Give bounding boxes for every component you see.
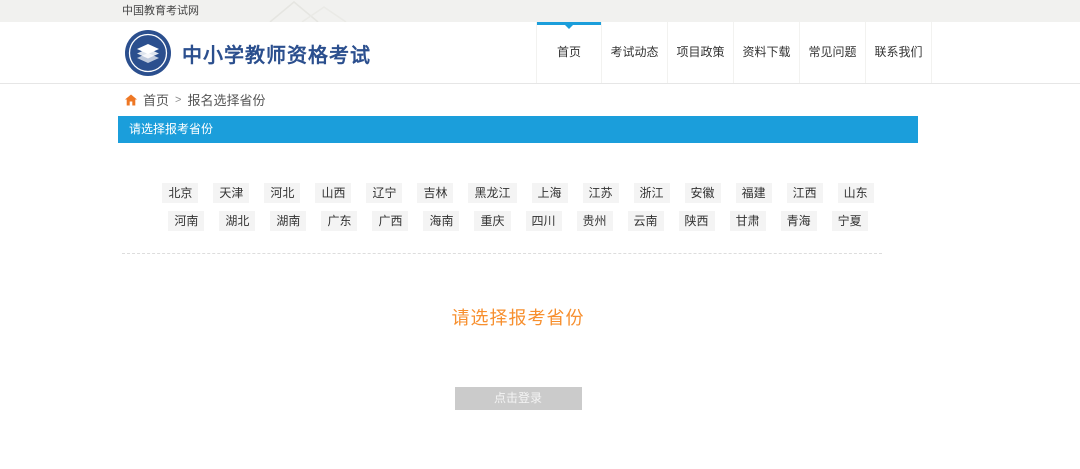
breadcrumb: 首页 > 报名选择省份: [125, 90, 265, 109]
province-button[interactable]: 北京: [162, 183, 198, 203]
top-utility-bar: 中国教育考试网: [0, 0, 1080, 22]
nav-tab-home[interactable]: 首页: [536, 22, 602, 83]
province-button[interactable]: 山东: [838, 183, 874, 203]
province-button[interactable]: 黑龙江: [468, 183, 516, 203]
province-button[interactable]: 四川: [526, 211, 562, 231]
nav-tab-label: 首页: [557, 45, 581, 59]
main-nav: 首页 考试动态 项目政策 资料下载 常见问题 联系我们: [536, 22, 932, 84]
breadcrumb-home-link[interactable]: 首页: [143, 90, 169, 109]
province-row-1: 北京 天津 河北 山西 辽宁 吉林 黑龙江 上海 江苏 浙江 安徽 福建 江西 …: [118, 183, 918, 203]
nav-tab-contact[interactable]: 联系我们: [866, 22, 932, 83]
province-button[interactable]: 山西: [315, 183, 351, 203]
province-button[interactable]: 江西: [787, 183, 823, 203]
province-button[interactable]: 广西: [372, 211, 408, 231]
active-tab-indicator: [537, 22, 601, 25]
province-button[interactable]: 陕西: [679, 211, 715, 231]
nav-tab-label: 常见问题: [808, 45, 856, 59]
banner-title: 请选择报考省份: [129, 122, 213, 136]
province-button[interactable]: 河北: [264, 183, 300, 203]
nav-tab-label: 项目政策: [676, 45, 724, 59]
province-button[interactable]: 吉林: [417, 183, 453, 203]
province-button[interactable]: 云南: [628, 211, 664, 231]
nav-tab-project-policy[interactable]: 项目政策: [668, 22, 734, 83]
province-button[interactable]: 甘肃: [730, 211, 766, 231]
province-button[interactable]: 江苏: [583, 183, 619, 203]
province-button[interactable]: 福建: [736, 183, 772, 203]
dashed-divider: [122, 253, 882, 254]
province-button[interactable]: 湖南: [270, 211, 306, 231]
province-button[interactable]: 广东: [321, 211, 357, 231]
province-button[interactable]: 浙江: [634, 183, 670, 203]
site-title: 中小学教师资格考试: [182, 39, 371, 68]
content-container: 请选择报考省份 北京 天津 河北 山西 辽宁 吉林 黑龙江 上海 江苏 浙江 安…: [118, 116, 918, 410]
mountain-decor-icon: [262, 0, 362, 22]
home-icon: [125, 94, 137, 106]
province-button[interactable]: 海南: [423, 211, 459, 231]
province-button[interactable]: 重庆: [474, 211, 510, 231]
province-row-2: 河南 湖北 湖南 广东 广西 海南 重庆 四川 贵州 云南 陕西 甘肃 青海 宁…: [118, 211, 918, 231]
site-name-link[interactable]: 中国教育考试网: [122, 4, 199, 18]
select-province-prompt: 请选择报考省份: [118, 304, 918, 330]
brand[interactable]: 中小学教师资格考试: [125, 30, 371, 76]
province-button[interactable]: 安徽: [685, 183, 721, 203]
nav-tab-label: 考试动态: [610, 45, 658, 59]
province-button[interactable]: 贵州: [577, 211, 613, 231]
section-title-banner: 请选择报考省份: [118, 116, 918, 143]
nav-tab-faq[interactable]: 常见问题: [800, 22, 866, 83]
breadcrumb-separator: >: [175, 94, 181, 106]
login-button[interactable]: 点击登录: [455, 387, 582, 410]
province-grid: 北京 天津 河北 山西 辽宁 吉林 黑龙江 上海 江苏 浙江 安徽 福建 江西 …: [118, 183, 918, 231]
nav-tab-label: 资料下载: [742, 45, 790, 59]
province-button[interactable]: 上海: [532, 183, 568, 203]
nav-tab-downloads[interactable]: 资料下载: [734, 22, 800, 83]
page: 中国教育考试网 中小学教师资格考试 首页 考试动态: [0, 0, 1080, 469]
header: 中小学教师资格考试 首页 考试动态 项目政策 资料下载 常见问题: [0, 22, 1080, 84]
province-button[interactable]: 湖北: [219, 211, 255, 231]
province-button[interactable]: 河南: [168, 211, 204, 231]
nav-tab-exam-news[interactable]: 考试动态: [602, 22, 668, 83]
province-button[interactable]: 辽宁: [366, 183, 402, 203]
province-button[interactable]: 宁夏: [832, 211, 868, 231]
province-button[interactable]: 青海: [781, 211, 817, 231]
breadcrumb-current: 报名选择省份: [187, 90, 265, 109]
book-logo-icon: [125, 30, 171, 76]
province-button[interactable]: 天津: [213, 183, 249, 203]
nav-tab-label: 联系我们: [874, 45, 922, 59]
